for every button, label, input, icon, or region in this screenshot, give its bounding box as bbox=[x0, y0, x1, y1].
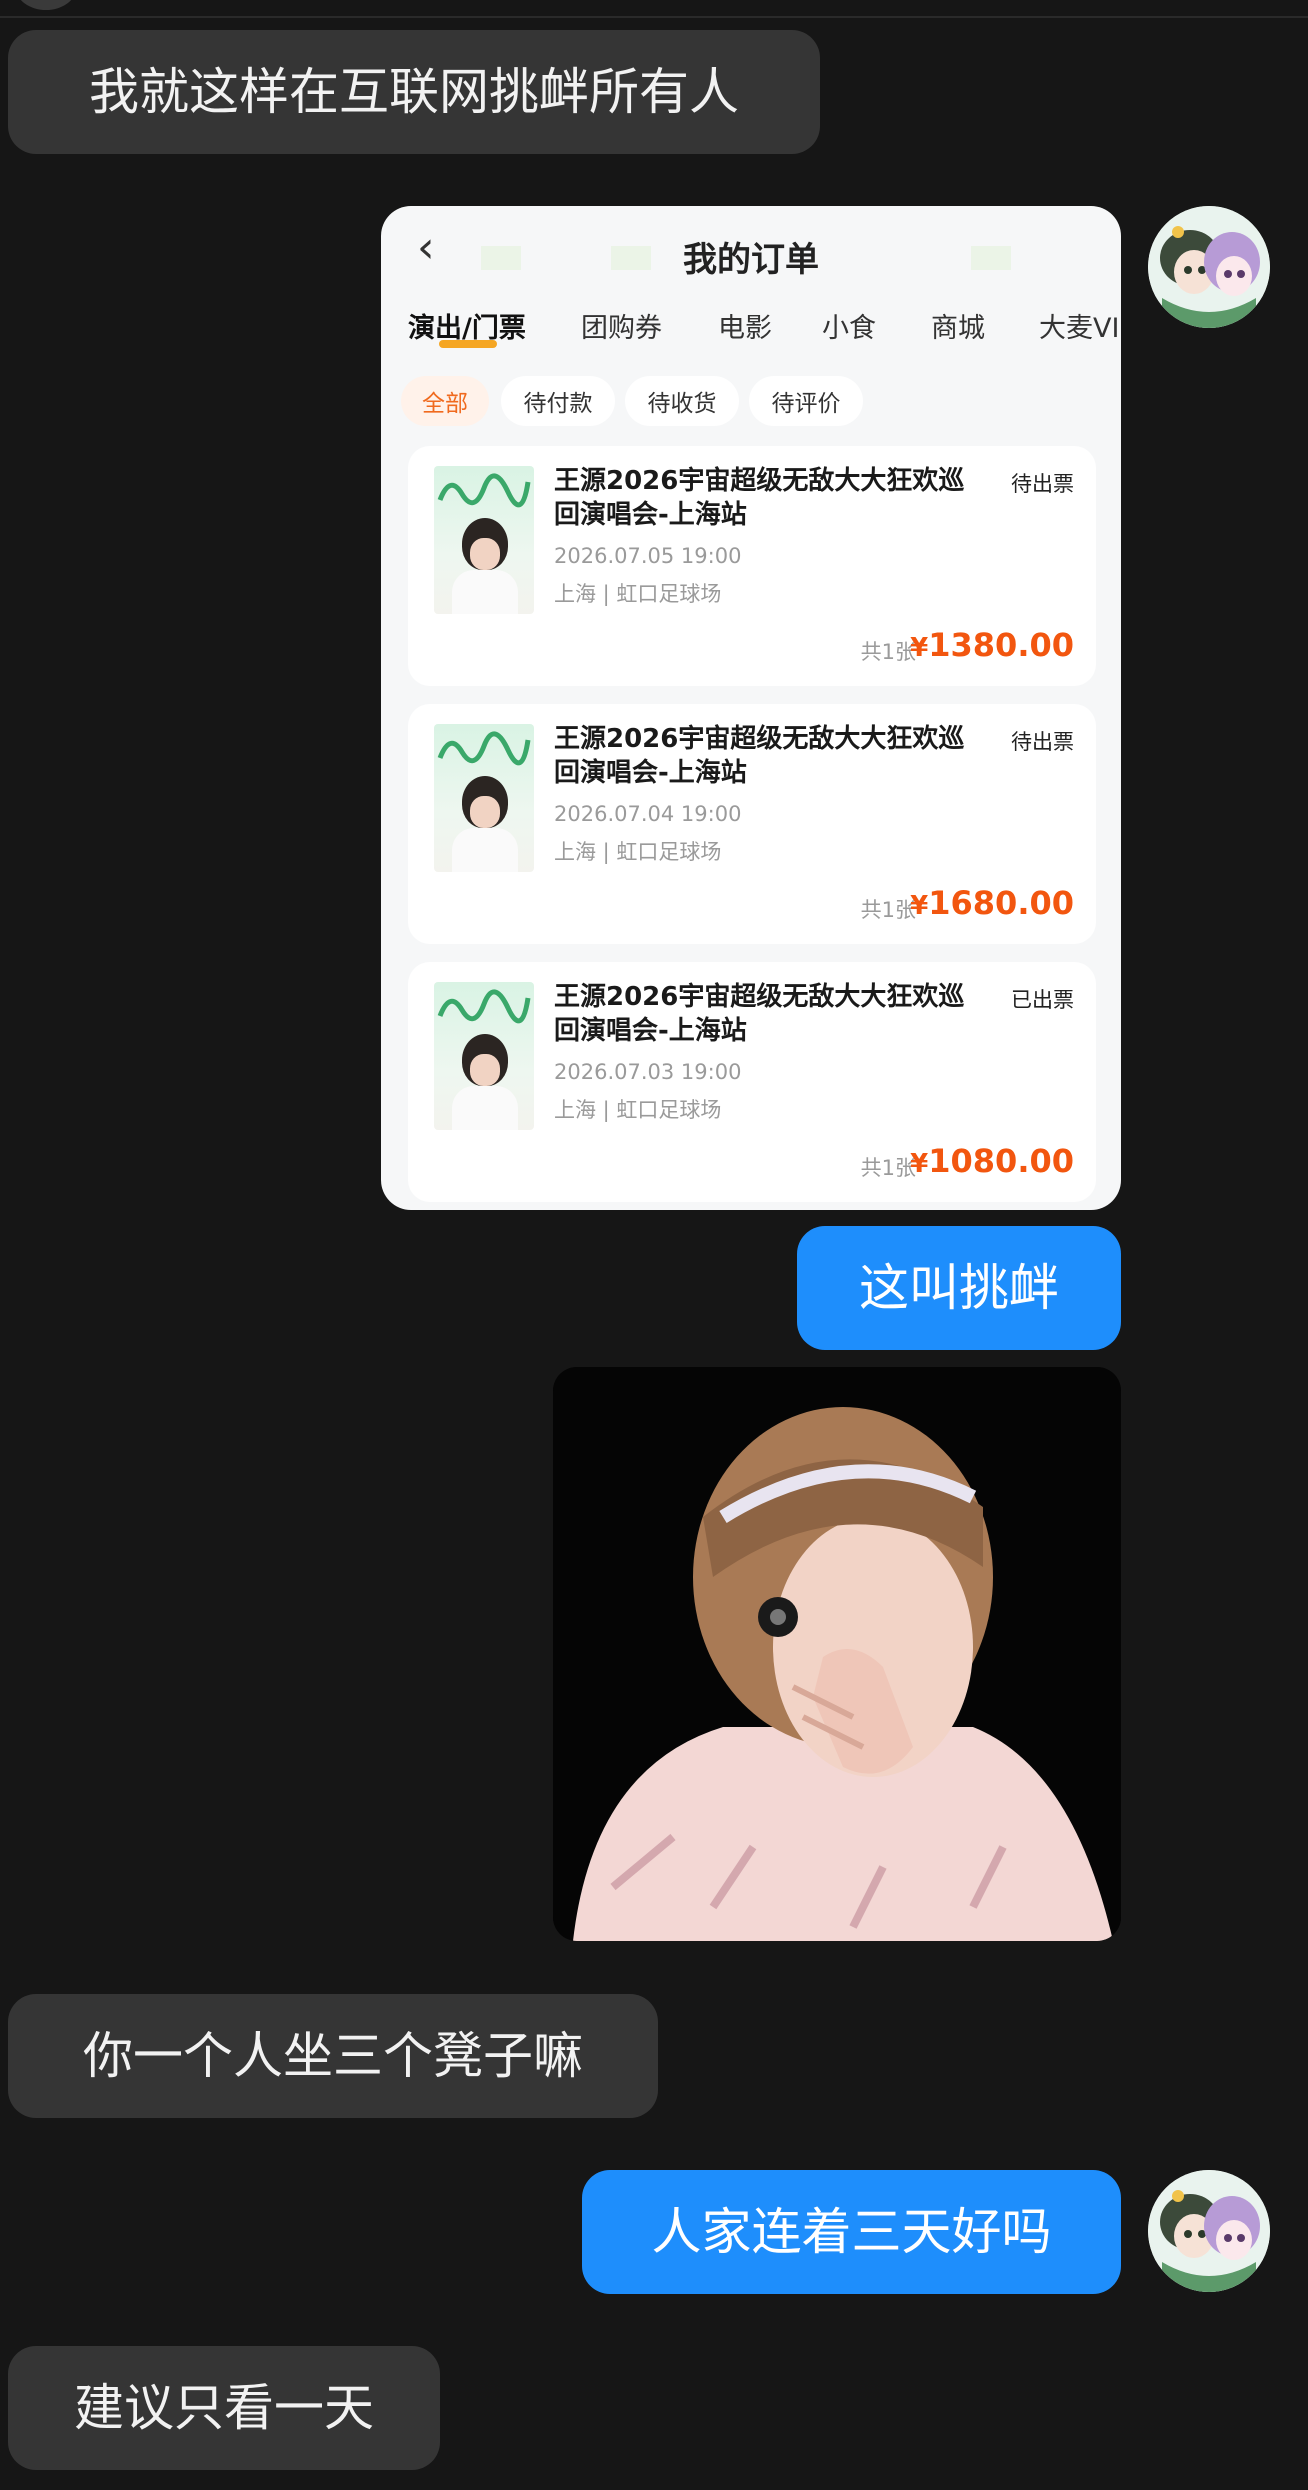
concert-poster-image bbox=[434, 724, 534, 872]
order-header: ‹ 我的订单 bbox=[381, 206, 1121, 306]
order-card[interactable]: 王源2026宇宙超级无敌大大狂欢巡回演唱会-上海站 已出票 2026.07.03… bbox=[408, 962, 1096, 1202]
message-incoming-1[interactable]: 我就这样在互联网挑衅所有人 bbox=[8, 30, 820, 154]
tab-snacks[interactable]: 小食 bbox=[822, 306, 876, 345]
order-date: 2026.07.04 19:00 bbox=[554, 802, 742, 826]
order-venue: 上海 | 虹口足球场 bbox=[554, 582, 722, 606]
order-filters: 全部 待付款 待收货 待评价 bbox=[381, 376, 1121, 434]
order-status: 已出票 bbox=[1011, 988, 1074, 1012]
tab-mall[interactable]: 商城 bbox=[931, 306, 985, 345]
anime-avatar-icon bbox=[1148, 206, 1270, 328]
ticket-count: 共1张 bbox=[860, 640, 916, 664]
filter-pending-review[interactable]: 待评价 bbox=[749, 376, 863, 426]
order-status: 待出票 bbox=[1011, 472, 1074, 496]
order-title: 王源2026宇宙超级无敌大大狂欢巡回演唱会-上海站 bbox=[554, 724, 965, 788]
order-title: 王源2026宇宙超级无敌大大狂欢巡回演唱会-上海站 bbox=[554, 982, 965, 1046]
order-status: 待出票 bbox=[1011, 730, 1074, 754]
active-tab-indicator bbox=[439, 340, 497, 348]
concert-photo bbox=[553, 1367, 1121, 1941]
filter-pending-receipt[interactable]: 待收货 bbox=[625, 376, 739, 426]
message-text: 建议只看一天 bbox=[74, 2379, 374, 2437]
order-page-title: 我的订单 bbox=[683, 240, 819, 280]
poster-script-art bbox=[437, 731, 531, 766]
message-outgoing-4[interactable]: 人家连着三天好吗 bbox=[582, 2170, 1121, 2294]
poster-script-art bbox=[437, 989, 531, 1024]
user-avatar-icon[interactable] bbox=[1148, 2170, 1270, 2292]
tab-damai-vip[interactable]: 大麦VI bbox=[1039, 306, 1119, 345]
price-value: 1080.00 bbox=[928, 1142, 1074, 1180]
message-text: 我就这样在互联网挑衅所有人 bbox=[89, 63, 739, 121]
user-avatar-icon[interactable] bbox=[1148, 206, 1270, 328]
ticket-count: 共1张 bbox=[860, 1156, 916, 1180]
order-venue: 上海 | 虹口足球场 bbox=[554, 1098, 722, 1122]
message-incoming-5[interactable]: 建议只看一天 bbox=[8, 2346, 440, 2470]
photo-message-image[interactable] bbox=[553, 1367, 1121, 1941]
order-card[interactable]: 王源2026宇宙超级无敌大大狂欢巡回演唱会-上海站 待出票 2026.07.04… bbox=[408, 704, 1096, 944]
concert-poster-image bbox=[434, 982, 534, 1130]
order-date: 2026.07.05 19:00 bbox=[554, 544, 742, 568]
price-value: 1680.00 bbox=[928, 884, 1074, 922]
message-text: 这叫挑衅 bbox=[859, 1259, 1059, 1317]
anime-avatar-icon bbox=[1148, 2170, 1270, 2292]
order-price: ¥1380.00 bbox=[910, 626, 1074, 664]
poster-script-art bbox=[437, 473, 531, 508]
order-title: 王源2026宇宙超级无敌大大狂欢巡回演唱会-上海站 bbox=[554, 466, 965, 530]
order-screenshot-image[interactable]: ‹ 我的订单 演出/门票 团购券 电影 小食 商城 大麦VI 全部 待付款 待收… bbox=[381, 206, 1121, 1210]
tab-movies[interactable]: 电影 bbox=[718, 306, 772, 345]
concert-poster-image bbox=[434, 466, 534, 614]
currency-symbol: ¥ bbox=[910, 633, 929, 663]
message-incoming-3[interactable]: 你一个人坐三个凳子嘛 bbox=[8, 1994, 658, 2118]
top-divider bbox=[0, 0, 1308, 18]
tab-group-coupons[interactable]: 团购券 bbox=[581, 306, 662, 345]
order-card[interactable]: 王源2026宇宙超级无敌大大狂欢巡回演唱会-上海站 待出票 2026.07.05… bbox=[408, 446, 1096, 686]
partial-avatar bbox=[16, 0, 76, 10]
currency-symbol: ¥ bbox=[910, 891, 929, 921]
order-date: 2026.07.03 19:00 bbox=[554, 1060, 742, 1084]
price-value: 1380.00 bbox=[928, 626, 1074, 664]
filter-all[interactable]: 全部 bbox=[401, 376, 489, 426]
message-text: 你一个人坐三个凳子嘛 bbox=[83, 2027, 583, 2085]
ticket-count: 共1张 bbox=[860, 898, 916, 922]
message-text: 人家连着三天好吗 bbox=[651, 2203, 1052, 2261]
message-outgoing-2[interactable]: 这叫挑衅 bbox=[797, 1226, 1121, 1350]
currency-symbol: ¥ bbox=[910, 1149, 929, 1179]
order-tabs: 演出/门票 团购券 电影 小食 商城 大麦VI bbox=[381, 298, 1121, 358]
filter-pending-payment[interactable]: 待付款 bbox=[501, 376, 615, 426]
order-price: ¥1080.00 bbox=[910, 1142, 1074, 1180]
order-price: ¥1680.00 bbox=[910, 884, 1074, 922]
order-venue: 上海 | 虹口足球场 bbox=[554, 840, 722, 864]
